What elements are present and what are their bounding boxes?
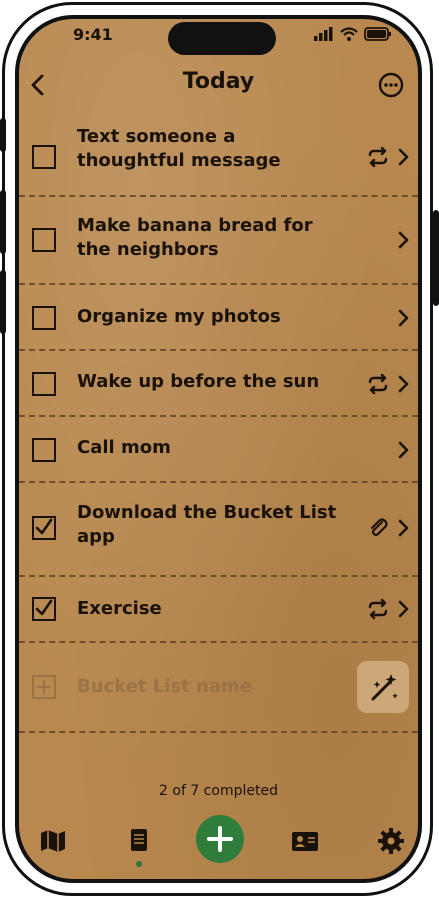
task-row[interactable]: Download the Bucket List app: [19, 483, 418, 575]
side-button: [0, 118, 6, 152]
status-icons: [314, 27, 392, 41]
task-checkbox[interactable]: [32, 306, 56, 330]
wifi-icon: [340, 27, 358, 41]
page-title: Today: [182, 69, 255, 94]
paperclip-icon: [370, 518, 388, 537]
screen: 9:41 Today Text someone a thoughtful mes…: [15, 15, 422, 883]
repeat-icon: [368, 146, 388, 168]
chevron-right-icon[interactable]: [394, 145, 412, 169]
task-checkbox[interactable]: [32, 228, 56, 252]
chevron-right-icon[interactable]: [394, 306, 412, 330]
completed-count: 2 of 7 completed: [159, 783, 278, 799]
task-checkbox-checked[interactable]: [32, 516, 56, 540]
checkmark-icon: [35, 518, 53, 535]
add-box-icon: [32, 675, 56, 699]
map-icon[interactable]: [37, 825, 69, 857]
chevron-right-icon[interactable]: [394, 372, 412, 396]
magic-wand-icon: [371, 674, 398, 701]
header: Today: [19, 65, 418, 105]
row-icons: [366, 145, 412, 169]
chevron-right-icon[interactable]: [394, 438, 412, 462]
task-label: Text someone a thoughtful message: [77, 126, 281, 171]
task-label: Wake up before the sun: [77, 371, 320, 392]
task-label: Download the Bucket List app: [77, 502, 337, 547]
row-divider: [19, 731, 418, 733]
task-row[interactable]: Organize my photos: [19, 285, 418, 349]
task-row[interactable]: Text someone a thoughtful message: [19, 119, 418, 195]
gear-icon[interactable]: [375, 825, 407, 857]
task-label: Make banana bread for the neighbors: [77, 215, 313, 260]
dynamic-island: [168, 22, 276, 55]
add-task-row[interactable]: Bucket List name: [19, 643, 418, 731]
list-icon[interactable]: [123, 825, 155, 857]
row-icons: [394, 228, 412, 252]
row-icons: [394, 438, 412, 462]
task-checkbox-checked[interactable]: [32, 597, 56, 621]
row-icons: [366, 516, 412, 540]
active-tab-indicator: [136, 861, 142, 867]
task-checkbox[interactable]: [32, 372, 56, 396]
chevron-right-icon[interactable]: [394, 516, 412, 540]
contact-card-icon[interactable]: [289, 825, 321, 857]
row-icons: [394, 306, 412, 330]
new-item-input[interactable]: Bucket List name: [77, 676, 252, 697]
add-button[interactable]: [196, 815, 244, 863]
chevron-right-icon[interactable]: [394, 228, 412, 252]
checkmark-icon: [35, 599, 53, 616]
task-label: Exercise: [77, 598, 162, 619]
task-label: Call mom: [77, 437, 171, 458]
repeat-icon: [368, 373, 388, 395]
tab-bar: [19, 815, 418, 879]
more-options-icon[interactable]: [377, 71, 405, 99]
magic-suggest-button[interactable]: [357, 661, 409, 713]
task-row[interactable]: Exercise: [19, 577, 418, 641]
side-button: [0, 190, 6, 254]
row-icons: [366, 597, 412, 621]
task-label: Organize my photos: [77, 306, 281, 327]
row-icons: [366, 372, 412, 396]
task-row[interactable]: Wake up before the sun: [19, 351, 418, 415]
chevron-right-icon[interactable]: [394, 597, 412, 621]
task-row[interactable]: Make banana bread for the neighbors: [19, 197, 418, 283]
task-row[interactable]: Call mom: [19, 417, 418, 481]
task-checkbox[interactable]: [32, 145, 56, 169]
signal-icon: [314, 27, 333, 41]
task-checkbox[interactable]: [32, 438, 56, 462]
repeat-icon: [368, 598, 388, 620]
add-icon: [207, 826, 233, 852]
side-button: [433, 210, 439, 306]
battery-icon: [364, 27, 391, 41]
status-time: 9:41: [73, 25, 113, 44]
side-button: [0, 270, 6, 334]
